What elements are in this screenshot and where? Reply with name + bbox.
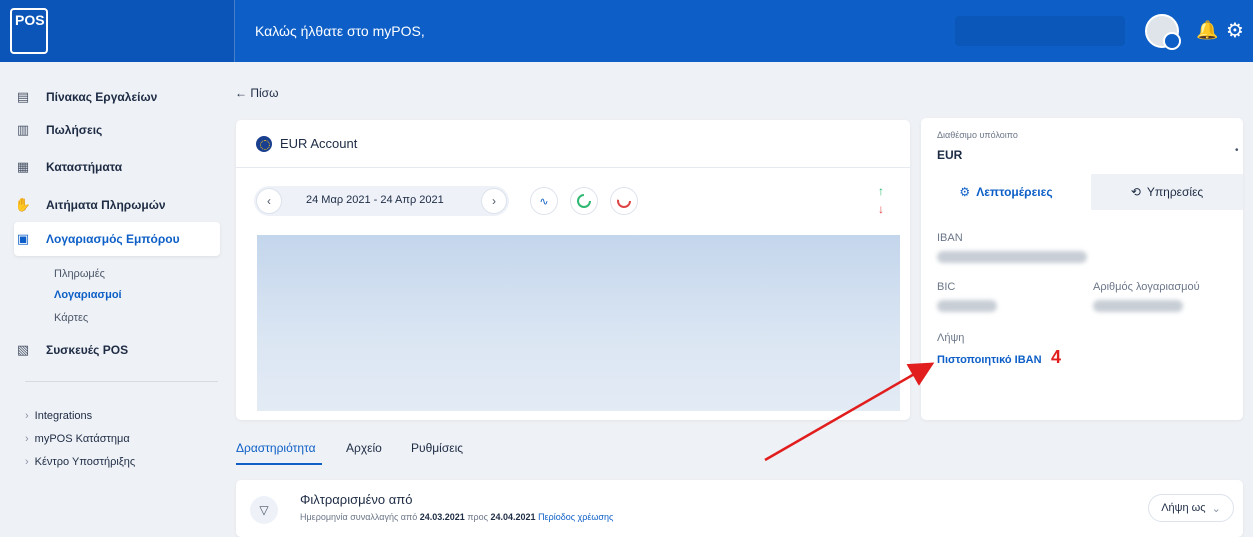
sidebar-sub-payments[interactable]: Πληρωμές — [54, 268, 105, 280]
arrow-up-icon: ↑ — [878, 184, 884, 198]
sidebar-ext-label: Integrations — [34, 410, 93, 422]
sidebar-item-pos-devices[interactable]: ▧ Συσκευές POS — [14, 333, 220, 367]
donut-green-toggle[interactable] — [570, 187, 598, 215]
welcome-text: Καλώς ήλθατε στο myPOS, — [255, 23, 425, 39]
sidebar-item-label: Πίνακας Εργαλείων — [46, 90, 158, 104]
payment-request-icon: ✋ — [14, 197, 32, 212]
account-card: EUR Account ‹ 24 Μαρ 2021 - 24 Απρ 2021 … — [236, 120, 910, 420]
tab-services[interactable]: ⟲ Υπηρεσίες — [1091, 174, 1243, 210]
dashboard-icon: ▤ — [16, 89, 30, 104]
filter-title: Φιλτραρισμένο από — [300, 492, 413, 507]
filter-date-from: 24.03.2021 — [419, 512, 465, 522]
tab-details[interactable]: ⚙ Λεπτομέρειες — [921, 174, 1091, 210]
line-chart-toggle[interactable]: ∿ — [530, 187, 558, 215]
iban-label: IBAN — [937, 232, 963, 244]
sidebar-ext-label: Κέντρο Υποστήριξης — [34, 456, 136, 468]
wallet-icon: ▣ — [16, 231, 30, 246]
balance-currency[interactable]: EUR — [937, 148, 962, 162]
date-range-text: 24 Μαρ 2021 - 24 Απρ 2021 — [306, 194, 444, 206]
gear-icon[interactable]: ⚙ — [1226, 18, 1244, 43]
sidebar: ▤ Πίνακας Εργαλείων ▥ Πωλήσεις ▦ Καταστή… — [0, 62, 235, 537]
bar-chart-icon: ▥ — [16, 122, 30, 137]
date-range-picker[interactable]: ‹ 24 Μαρ 2021 - 24 Απρ 2021 › — [254, 186, 509, 216]
logo-area[interactable]: POS — [0, 0, 235, 62]
mypos-logo[interactable]: POS — [10, 8, 48, 54]
iban-value-blurred — [937, 251, 1087, 263]
filter-sub-prefix: Ημερομηνία συναλλαγής από — [300, 512, 418, 522]
chevron-right-icon: › — [25, 456, 29, 468]
filter-period[interactable]: Περίοδος χρέωσης — [538, 512, 613, 522]
tab-label: Υπηρεσίες — [1146, 185, 1204, 199]
back-link[interactable]: ← Πίσω — [235, 86, 278, 100]
account-number-label: Αριθμός λογαριασμού — [1093, 281, 1200, 293]
chevron-right-icon: › — [25, 433, 29, 445]
sidebar-sub-cards[interactable]: Κάρτες — [54, 312, 88, 324]
filter-summary: Ημερομηνία συναλλαγής από 24.03.2021 προ… — [300, 512, 613, 522]
sidebar-ext-support-center[interactable]: › Κέντρο Υποστήριξης — [25, 456, 135, 468]
sidebar-item-merchant-account[interactable]: ▣ Λογαριασμός Εμπόρου — [14, 222, 220, 256]
donut-red-toggle[interactable] — [610, 187, 638, 215]
sidebar-ext-integrations[interactable]: › Integrations — [25, 410, 92, 422]
account-title: EUR Account — [280, 136, 358, 151]
filter-date-to: 24.04.2021 — [490, 512, 536, 522]
filter-icon[interactable]: ▽ — [250, 496, 278, 524]
tab-activity[interactable]: Δραστηριότητα — [236, 441, 316, 455]
gear-icon: ⚙ — [959, 185, 971, 199]
chart-area — [257, 235, 900, 411]
sidebar-item-label: Καταστήματα — [46, 160, 123, 174]
chevron-down-icon: ⌄ — [1211, 502, 1221, 515]
sidebar-item-payment-requests[interactable]: ✋ Αιτήματα Πληρωμών — [14, 188, 220, 222]
top-bar: POS Καλώς ήλθατε στο myPOS, 🔔 ⚙ — [0, 0, 1253, 62]
account-number-blurred — [1093, 300, 1183, 312]
next-period-button[interactable]: › — [481, 188, 507, 214]
sidebar-item-label: Αιτήματα Πληρωμών — [46, 198, 166, 212]
sidebar-ext-label: myPOS Κατάστημα — [34, 433, 130, 445]
tab-underline — [236, 463, 322, 465]
store-icon: ▦ — [16, 159, 30, 174]
tab-label: Λεπτομέρειες — [976, 185, 1053, 199]
sidebar-ext-mypos-store[interactable]: › myPOS Κατάστημα — [25, 433, 130, 445]
eu-flag-icon — [256, 136, 272, 152]
sidebar-sub-accounts[interactable]: Λογαριασμοί — [54, 289, 122, 301]
bic-label: BIC — [937, 281, 956, 293]
download-as-label: Λήψη ως — [1161, 502, 1206, 514]
donut-chart-icon — [577, 194, 591, 208]
download-label: Λήψη — [937, 332, 965, 344]
account-details-card: Διαθέσιμο υπόλοιπο EUR • ⚙ Λεπτομέρειες … — [921, 118, 1243, 420]
filter-sub-to: προς — [467, 512, 488, 522]
download-as-button[interactable]: Λήψη ως ⌄ — [1148, 494, 1234, 522]
iban-certificate-link[interactable]: Πιστοποιητικό IBAN — [937, 354, 1042, 366]
sidebar-item-label: Πωλήσεις — [46, 123, 103, 137]
donut-chart-icon — [617, 194, 631, 208]
filter-card: ▽ Φιλτραρισμένο από Ημερομηνία συναλλαγή… — [236, 480, 1243, 537]
dropdown-dot-icon[interactable]: • — [1235, 145, 1239, 156]
services-icon: ⟲ — [1130, 185, 1141, 199]
bic-value-blurred — [937, 300, 997, 312]
arrow-down-icon: ↓ — [878, 202, 884, 216]
line-chart-icon: ∿ — [539, 195, 549, 208]
balance-label: Διαθέσιμο υπόλοιπο — [937, 130, 1018, 140]
sidebar-item-stores[interactable]: ▦ Καταστήματα — [14, 150, 220, 184]
account-card-header: EUR Account — [236, 120, 910, 168]
annotation-number: 4 — [1051, 347, 1062, 367]
sidebar-item-sales[interactable]: ▥ Πωλήσεις — [14, 113, 220, 147]
bell-icon[interactable]: 🔔 — [1196, 20, 1218, 41]
user-avatar[interactable] — [1145, 14, 1181, 50]
prev-period-button[interactable]: ‹ — [256, 188, 282, 214]
sidebar-divider — [25, 381, 218, 382]
sidebar-item-label: Λογαριασμός Εμπόρου — [46, 232, 180, 246]
tab-settings[interactable]: Ρυθμίσεις — [411, 441, 463, 455]
tab-archive[interactable]: Αρχείο — [346, 441, 382, 455]
sidebar-item-label: Συσκευές POS — [46, 343, 129, 357]
chevron-right-icon: › — [25, 410, 29, 422]
header-blank-panel — [955, 16, 1125, 46]
sidebar-item-dashboard[interactable]: ▤ Πίνακας Εργαλείων — [14, 80, 220, 114]
pos-device-icon: ▧ — [16, 342, 30, 357]
